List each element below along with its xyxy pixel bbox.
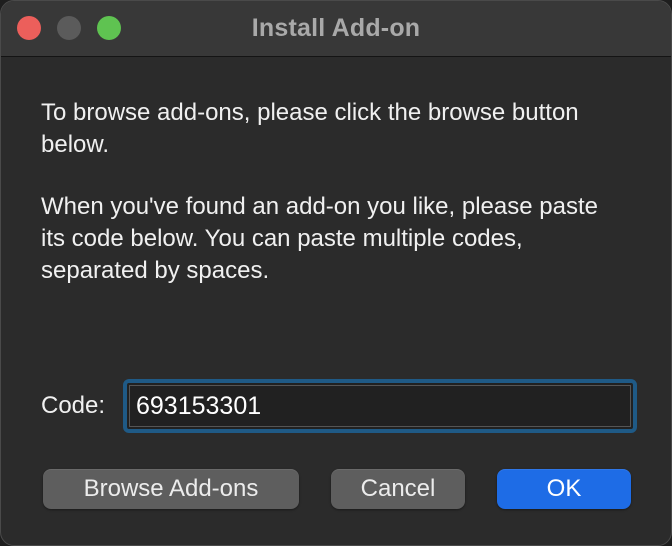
- browse-instructions: To browse add-ons, please click the brow…: [41, 99, 579, 158]
- code-input[interactable]: [129, 385, 631, 427]
- title-bar: Install Add-on: [1, 1, 671, 57]
- instructions: To browse add-ons, please click the brow…: [41, 97, 611, 317]
- browse-addons-button[interactable]: Browse Add-ons: [43, 469, 299, 509]
- paste-instructions: When you've found an add-on you like, pl…: [41, 193, 598, 284]
- code-label: Code:: [41, 392, 106, 419]
- install-addon-dialog: Install Add-on To browse add-ons, please…: [0, 0, 672, 546]
- window-title: Install Add-on: [251, 14, 421, 42]
- code-field-focus-ring: [123, 379, 637, 433]
- cancel-button[interactable]: Cancel: [331, 469, 465, 509]
- ok-button[interactable]: OK: [497, 469, 631, 509]
